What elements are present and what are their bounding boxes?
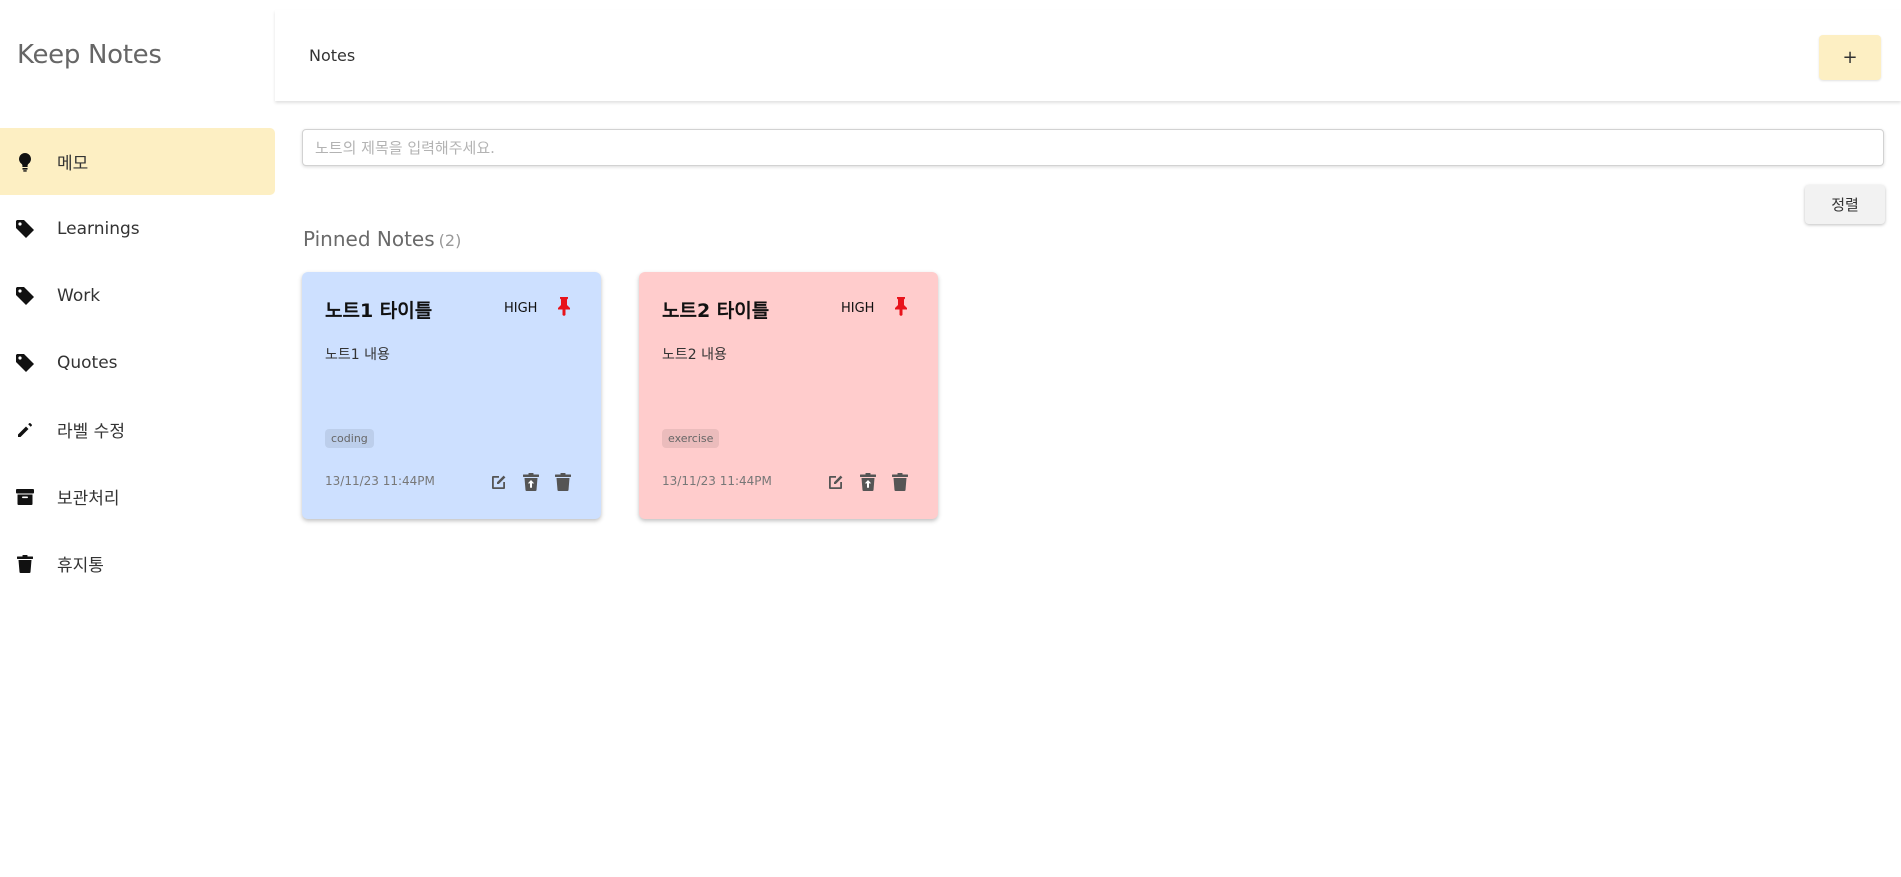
pinned-notes-heading: Pinned Notes (2) [303, 227, 461, 251]
brand-title: Keep Notes [17, 40, 162, 70]
note-date: 13/11/23 11:44PM [662, 474, 772, 488]
sidebar-item-label: 라벨 수정 [57, 422, 125, 442]
sidebar-item-label: Quotes [57, 352, 118, 373]
sort-button[interactable]: 정렬 [1805, 185, 1885, 224]
note-title: 노트2 타이틀 [662, 300, 770, 322]
edit-icon[interactable] [825, 471, 847, 493]
trash-icon [15, 554, 35, 574]
sidebar-item-label: Learnings [57, 218, 140, 239]
tag-icon [15, 286, 35, 306]
edit-icon[interactable] [488, 471, 510, 493]
add-note-button[interactable]: + [1819, 35, 1881, 80]
note-actions [825, 471, 911, 493]
pencil-icon [15, 420, 35, 440]
priority-label: HIGH [504, 301, 538, 316]
search-input[interactable] [302, 129, 1884, 166]
lightbulb-icon [15, 152, 35, 172]
trash-icon[interactable] [889, 471, 911, 493]
note-date: 13/11/23 11:44PM [325, 474, 435, 488]
sidebar-item-memo[interactable]: 메모 [0, 128, 275, 195]
tag-icon [15, 353, 35, 373]
sidebar-item-edit-labels[interactable]: 라벨 수정 [0, 396, 275, 463]
top-header: Notes + [275, 10, 1901, 101]
note-content: 노트1 내용 [325, 347, 390, 363]
sidebar-item-label: 휴지통 [57, 556, 104, 576]
priority-label: HIGH [841, 301, 875, 316]
trash-icon[interactable] [552, 471, 574, 493]
archive-upload-icon[interactable] [857, 471, 879, 493]
note-actions [488, 471, 574, 493]
sidebar-item-label: 메모 [57, 154, 89, 174]
note-content: 노트2 내용 [662, 347, 727, 363]
section-count: (2) [438, 231, 462, 250]
section-title-label: Pinned Notes [303, 227, 435, 251]
sidebar-item-work[interactable]: Work [0, 262, 275, 329]
sidebar-item-label: Work [57, 285, 101, 306]
note-card[interactable]: 노트1 타이틀 HIGH 노트1 내용 coding 13/11/23 11:4… [302, 272, 601, 519]
sidebar-nav: 메모 Learnings Work Quotes 라벨 수정 보관처리 휴지통 [0, 128, 275, 597]
note-card[interactable]: 노트2 타이틀 HIGH 노트2 내용 exercise 13/11/23 11… [639, 272, 938, 519]
pin-icon[interactable] [893, 296, 909, 316]
page-title: Notes [309, 46, 356, 65]
archive-upload-icon[interactable] [520, 471, 542, 493]
sidebar-item-quotes[interactable]: Quotes [0, 329, 275, 396]
sidebar-item-trash[interactable]: 휴지통 [0, 530, 275, 597]
note-title: 노트1 타이틀 [325, 300, 433, 322]
sidebar-item-archive[interactable]: 보관처리 [0, 463, 275, 530]
sidebar-item-learnings[interactable]: Learnings [0, 195, 275, 262]
note-tag: exercise [662, 429, 720, 448]
sidebar: Keep Notes 메모 Learnings Work Quotes 라벨 수… [0, 0, 275, 877]
sidebar-item-label: 보관처리 [57, 489, 120, 509]
note-tag: coding [325, 429, 374, 448]
pin-icon[interactable] [556, 296, 572, 316]
archive-icon [15, 487, 35, 507]
tag-icon [15, 219, 35, 239]
